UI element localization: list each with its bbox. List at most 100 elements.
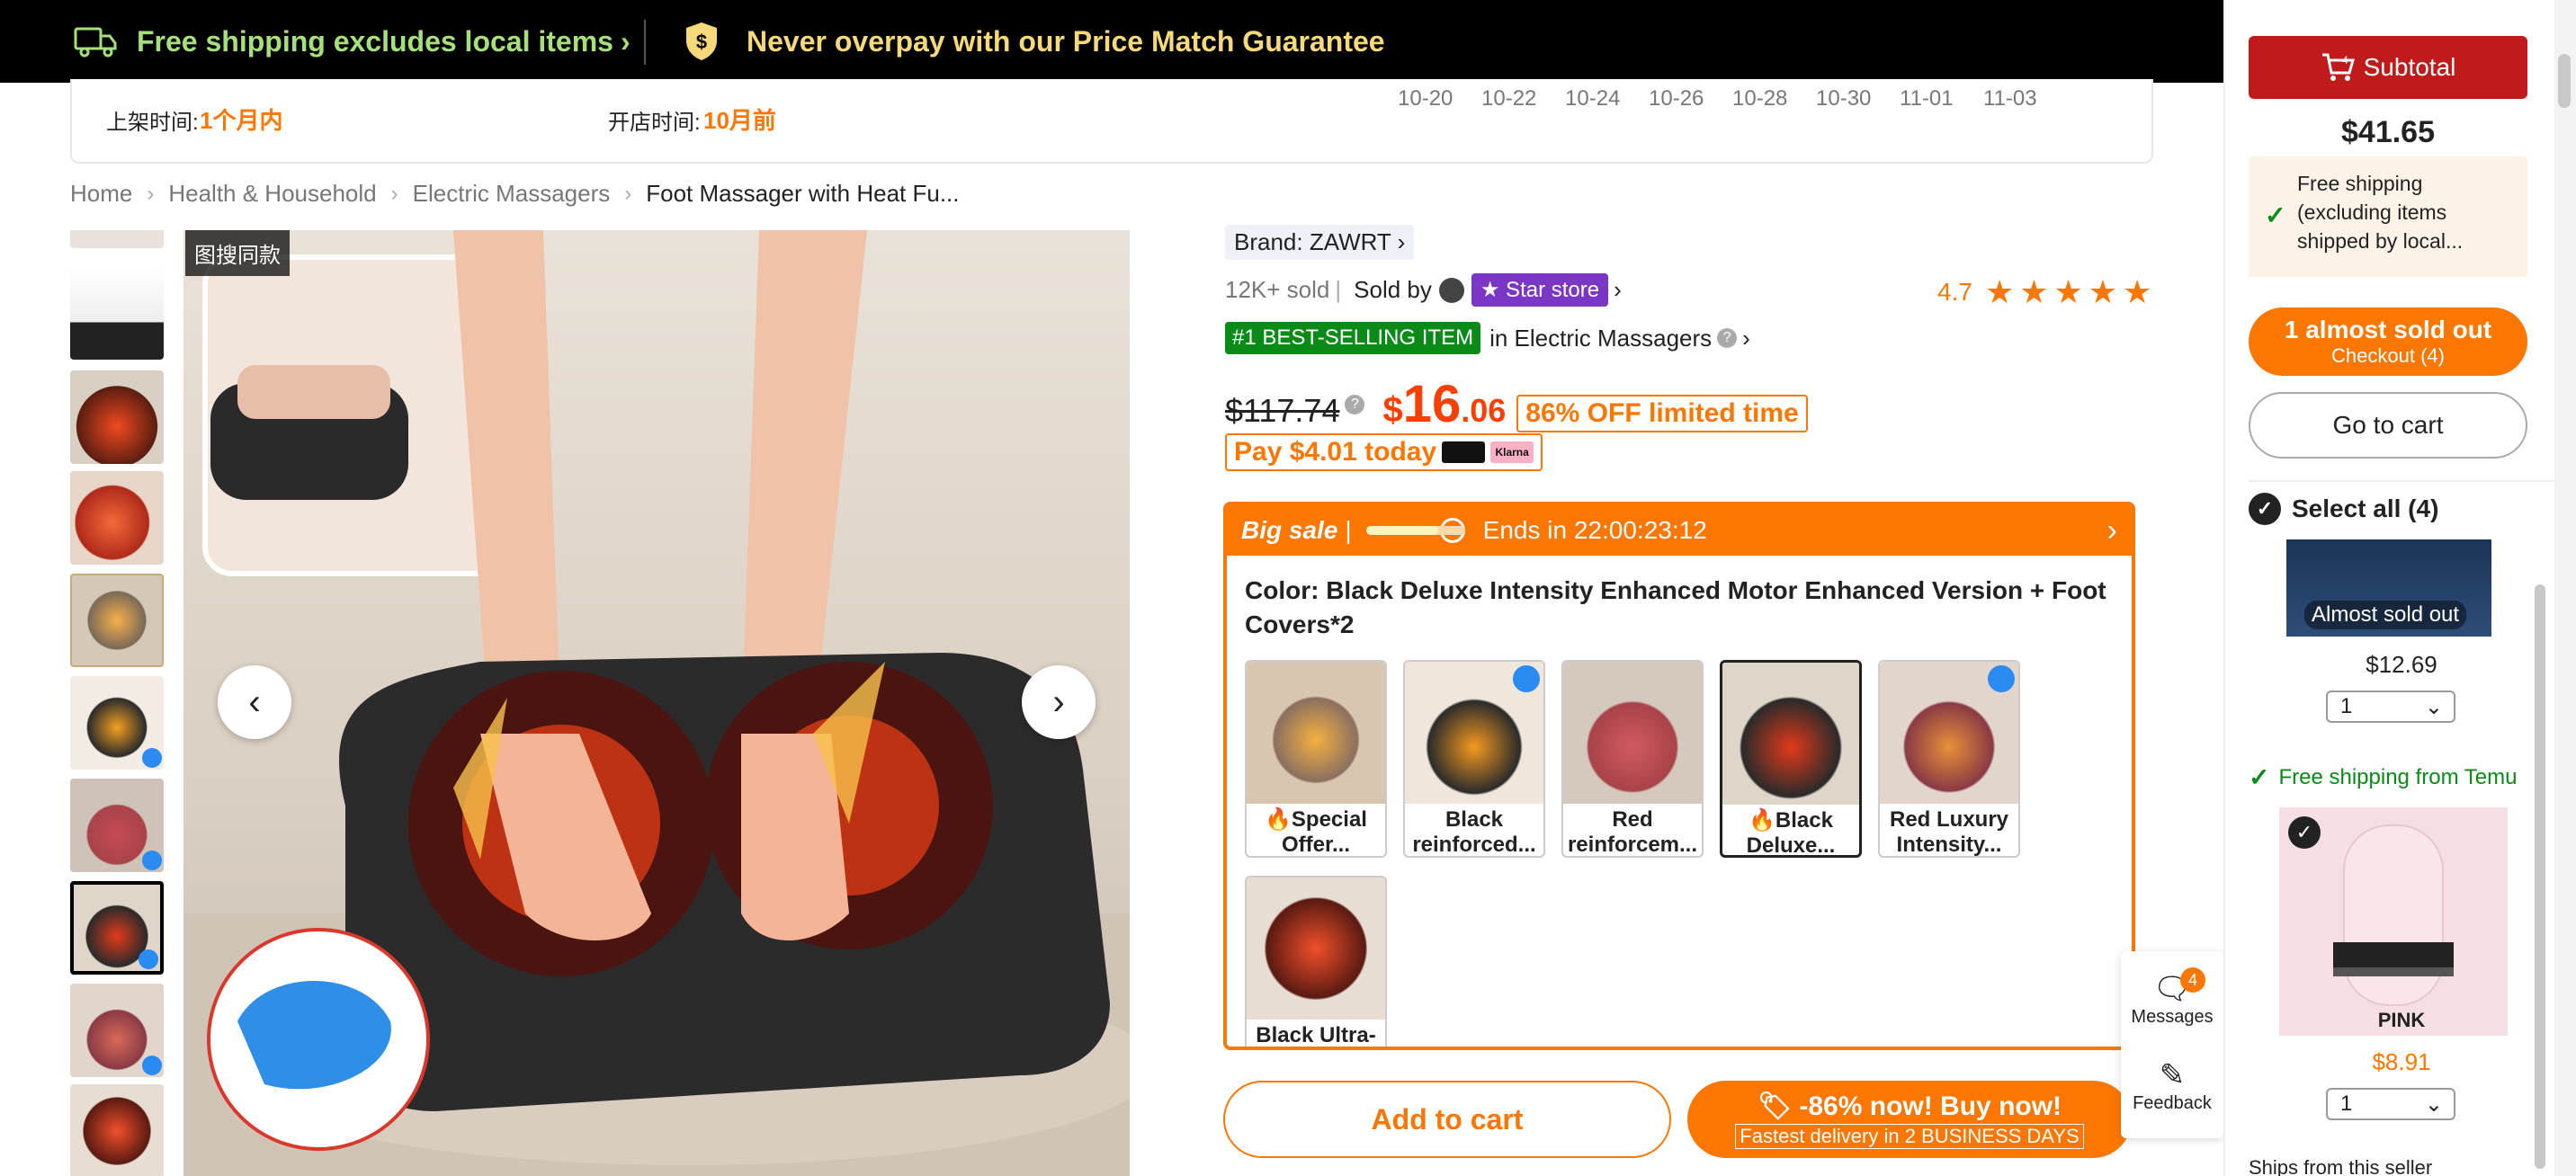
star-store-badge[interactable]: ★ Star store	[1471, 273, 1609, 307]
quantity-select[interactable]: 1 ⌄	[2326, 1088, 2455, 1120]
date-tick: 10-30	[1816, 86, 1872, 111]
option-label-line1: 🔥Black	[1749, 808, 1833, 833]
subtotal-button[interactable]: 4 Subtotal	[2249, 36, 2527, 99]
thumbnail[interactable]	[70, 984, 164, 1077]
prev-image-button[interactable]: ‹	[218, 665, 291, 739]
checkout-button[interactable]: 1 almost sold out Checkout (4)	[2249, 307, 2527, 376]
image-search-tag[interactable]: 图搜同款	[185, 230, 290, 276]
pay-today-badge[interactable]: Pay $4.01 today Klarna	[1225, 433, 1543, 471]
big-sale-header[interactable]: Big sale | Ends in 22:00:23:12 ›	[1227, 505, 2132, 556]
free-shipping-banner[interactable]: Free shipping excludes local items ›	[72, 0, 631, 83]
afterpay-logo-icon	[1442, 441, 1486, 463]
thumbnail[interactable]	[70, 676, 164, 770]
messages-button[interactable]: 🗨 4 Messages	[2121, 967, 2223, 1028]
thumbnail[interactable]	[70, 471, 164, 565]
color-option-red-reinforcement[interactable]: Red reinforcem...	[1561, 660, 1704, 858]
sidebar-scrollbar-thumb[interactable]	[2535, 584, 2545, 1169]
free-shipping-box: ✓ Free shipping (excluding items shipped…	[2249, 156, 2527, 277]
rating[interactable]: 4.7 ★★★★★	[1937, 273, 2157, 311]
option-label-line1: Black Ultra-	[1256, 1023, 1376, 1047]
cart-item-price: $8.91	[2372, 1048, 2431, 1075]
quantity-select[interactable]: 1 ⌄	[2326, 690, 2455, 723]
feedback-label: Feedback	[2133, 1093, 2212, 1113]
sold-by-label: Sold by	[1354, 276, 1432, 303]
promo-bar: Free shipping excludes local items › $ N…	[0, 0, 2223, 83]
buy-now-button[interactable]: 🏷 -86% now! Buy now! Fastest delivery in…	[1687, 1081, 2132, 1158]
breadcrumb-health[interactable]: Health & Household	[168, 180, 376, 208]
fast-delivery-label: Fastest delivery in 2 BUSINESS DAYS	[1735, 1123, 2084, 1149]
chevron-right-icon: ›	[1397, 228, 1406, 255]
sold-row: 12K+ sold | Sold by ★ Star store ›	[1225, 273, 1622, 307]
cart-item-variant: PINK	[2377, 1009, 2426, 1031]
price-match-banner[interactable]: $ Never overpay with our Price Match Gua…	[684, 0, 1385, 83]
thumbnail[interactable]	[70, 1084, 164, 1176]
brand-text: Brand: ZAWRT	[1234, 228, 1391, 255]
cart-item-price: $12.69	[2366, 651, 2437, 678]
buy-now-label: 🏷 -86% now! Buy now!	[1757, 1091, 2062, 1121]
thumbnail[interactable]	[70, 266, 164, 360]
feedback-button[interactable]: ✎ Feedback	[2121, 1057, 2223, 1114]
thumbnail[interactable]	[70, 574, 164, 667]
pay-today-text: Pay $4.01 today	[1234, 437, 1437, 467]
chevron-right-icon: ›	[1742, 324, 1750, 352]
option-label-line2: reinforced...	[1412, 833, 1536, 857]
cart-item-image[interactable]: ✓	[2279, 807, 2508, 1036]
breadcrumb-home[interactable]: Home	[70, 180, 132, 208]
shield-dollar-icon: $	[686, 22, 717, 60]
thumbnail[interactable]	[70, 779, 164, 872]
cart-sidebar: 4 Subtotal $41.65 ✓ Free shipping (exclu…	[2223, 0, 2576, 1176]
best-selling-badge: #1 BEST-SELLING ITEM	[1225, 322, 1481, 354]
chevron-down-icon: ⌄	[2424, 694, 2443, 719]
quantity-value: 1	[2340, 694, 2353, 718]
sale-countdown: Ends in 22:00:23:12	[1482, 516, 1707, 544]
add-to-cart-button[interactable]: Add to cart	[1223, 1081, 1671, 1158]
color-title: Color: Black Deluxe Intensity Enhanced M…	[1245, 576, 2106, 638]
video-badge-icon	[142, 851, 162, 870]
price-integer: 16	[1402, 375, 1462, 433]
cart-icon: 4	[2321, 53, 2355, 81]
color-option-black-ultra[interactable]: Black Ultra-	[1245, 876, 1387, 1047]
product-main-image[interactable]: 图搜同款 ‹ ›	[183, 230, 1130, 1176]
almost-sold-label: 1 almost sold out	[2284, 316, 2492, 343]
go-to-cart-button[interactable]: Go to cart	[2249, 392, 2527, 459]
option-label-line2: reinforcem...	[1567, 833, 1698, 857]
date-tick: 11-01	[1900, 86, 1954, 111]
free-shipping-temu: ✓ Free shipping from Temu	[2249, 762, 2517, 792]
free-shipping-text: Free shipping excludes local items	[137, 24, 613, 58]
free-shipping-note: Free shipping (excluding items shipped b…	[2297, 172, 2464, 253]
option-label: 🔥Black Deluxe...	[1722, 805, 1859, 855]
check-icon[interactable]: ✓	[2288, 816, 2321, 849]
scrollbar-track[interactable]	[2554, 0, 2576, 1176]
scrollbar-thumb[interactable]	[2558, 54, 2571, 108]
store-avatar[interactable]	[1438, 277, 1464, 303]
chevron-right-icon: ›	[147, 181, 155, 206]
help-icon[interactable]: ?	[1345, 394, 1365, 414]
color-option-black-deluxe[interactable]: 🔥Black Deluxe...	[1720, 660, 1862, 858]
breadcrumb-electric-massagers[interactable]: Electric Massagers	[413, 180, 611, 208]
select-all-checkbox[interactable]: ✓ Select all (4)	[2249, 493, 2438, 525]
color-option-red-luxury[interactable]: Red Luxury Intensity...	[1878, 660, 2020, 858]
floating-help-box: 🗨 4 Messages ✎ Feedback	[2121, 951, 2223, 1138]
date-tick: 10-22	[1481, 86, 1537, 111]
price-match-text: Never overpay with our Price Match Guara…	[747, 24, 1385, 58]
truck-icon	[74, 27, 117, 58]
brand-link[interactable]: Brand: ZAWRT ›	[1225, 225, 1415, 260]
chevron-down-icon: ⌄	[2424, 1091, 2443, 1117]
help-icon[interactable]: ?	[1717, 328, 1738, 348]
color-option-black-reinforced[interactable]: Black reinforced...	[1403, 660, 1545, 858]
subtotal-label: Subtotal	[2363, 53, 2456, 81]
thumbnail-selected[interactable]	[70, 881, 164, 975]
color-option-special-offer[interactable]: 🔥Special Offer...	[1245, 660, 1387, 858]
best-selling-row[interactable]: #1 BEST-SELLING ITEM in Electric Massage…	[1225, 322, 1750, 354]
select-all-label: Select all (4)	[2292, 494, 2439, 522]
stats-strip: 上架时间: 1个月内 开店时间: 10月前 10-20 10-22 10-24 …	[70, 79, 2153, 164]
cart-item-image[interactable]: Almost sold out	[2286, 539, 2491, 637]
thumbnail[interactable]	[70, 370, 164, 464]
video-badge-icon	[1513, 665, 1540, 692]
check-icon: ✓	[2249, 493, 2281, 525]
option-label-line1: Red	[1612, 807, 1653, 832]
next-image-button[interactable]: ›	[1022, 665, 1096, 739]
video-badge-icon	[139, 949, 158, 969]
thumbnail[interactable]	[70, 230, 164, 248]
listed-label: 上架时间:	[106, 111, 199, 135]
